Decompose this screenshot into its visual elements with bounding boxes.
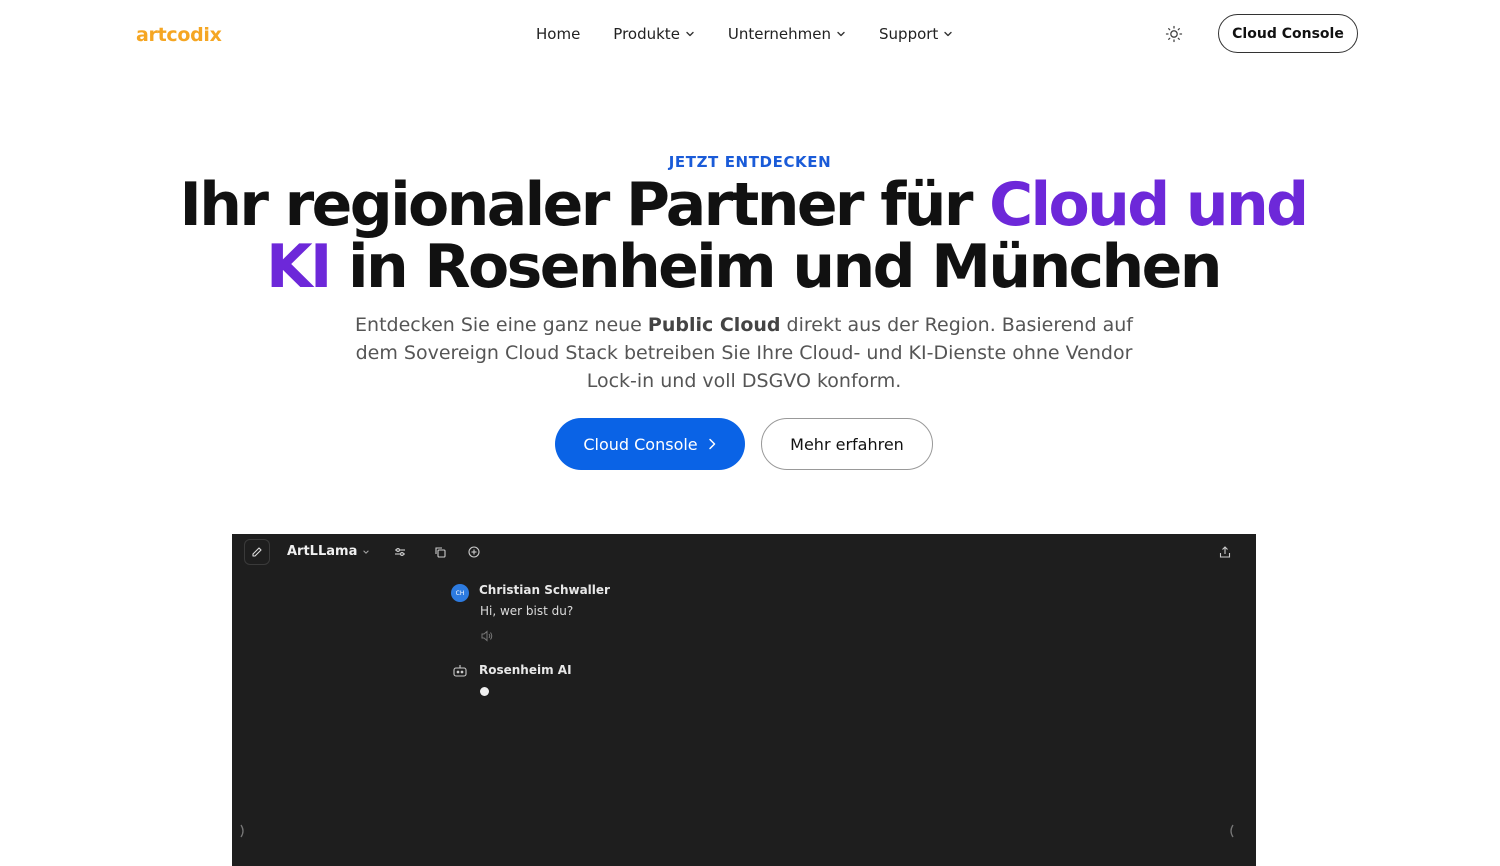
chevron-right-icon — [708, 438, 715, 450]
nav-label: Home — [536, 25, 581, 43]
bot-icon — [453, 665, 467, 677]
plus-circle-icon — [468, 546, 480, 558]
chevron-down-icon — [837, 31, 845, 37]
hero-eyebrow: JETZT ENTDECKEN — [668, 153, 832, 171]
button-label: Cloud Console — [583, 434, 698, 454]
headline-accent: KI — [266, 232, 332, 302]
nav-label: Produkte — [613, 25, 680, 43]
mehr-erfahren-button[interactable]: Mehr erfahren — [761, 418, 933, 470]
nav-item-home[interactable]: Home — [536, 25, 580, 43]
nav-item-unternehmen[interactable]: Unternehmen — [728, 25, 846, 43]
hero-cloud-console-button[interactable]: Cloud Console — [555, 418, 745, 470]
message-text: Hi, wer bist du? — [480, 604, 574, 618]
message-author: Rosenheim AI — [479, 663, 572, 677]
chevron-down-icon — [686, 31, 694, 37]
nav-item-produkte[interactable]: Produkte — [613, 25, 695, 43]
speaker-icon[interactable] — [480, 630, 494, 642]
settings-button[interactable] — [387, 539, 413, 565]
sun-icon[interactable] — [1165, 25, 1183, 43]
main-nav: Home Produkte Unternehmen Support — [536, 25, 986, 43]
share-icon — [1219, 546, 1231, 558]
panel-handle-icon[interactable] — [1228, 824, 1234, 838]
headline-accent: Cloud und — [989, 170, 1309, 240]
edit-icon — [252, 547, 262, 557]
site-header: artcodix Home Produkte Unternehmen Suppo… — [0, 0, 1500, 70]
headline-text: Ihr regionaler Partner für — [179, 170, 990, 240]
add-button[interactable] — [461, 539, 487, 565]
copy-icon — [435, 547, 446, 558]
new-chat-button[interactable] — [244, 539, 270, 565]
typing-indicator — [480, 687, 489, 696]
avatar: CH — [451, 584, 469, 602]
product-screenshot: ArtLLama CH Christian Schwaller Hi, wer … — [232, 534, 1256, 866]
nav-label: Unternehmen — [727, 25, 832, 43]
nav-item-support[interactable]: Support — [879, 25, 953, 43]
share-button[interactable] — [1212, 539, 1238, 565]
chevron-down-icon — [363, 549, 370, 554]
message-author: Christian Schwaller — [479, 583, 610, 597]
chevron-down-icon — [944, 31, 953, 37]
subtitle-bold: Public Cloud — [647, 314, 781, 336]
hero-subtitle: Entdecken Sie eine ganz neue Public Clou… — [340, 311, 1148, 395]
sidebar-handle-icon[interactable] — [240, 824, 246, 838]
cloud-console-button[interactable]: Cloud Console — [1218, 14, 1358, 53]
hero-headline: Ihr regionaler Partner für Cloud und KI i… — [0, 174, 1486, 298]
model-selector[interactable]: ArtLLama — [287, 544, 370, 559]
nav-label: Support — [879, 25, 939, 43]
copy-button[interactable] — [427, 539, 453, 565]
headline-text: in Rosenheim und München — [329, 232, 1222, 302]
sliders-icon — [395, 548, 405, 556]
subtitle-text: Entdecken Sie eine ganz neue — [355, 314, 648, 336]
logo[interactable]: artcodix — [136, 24, 222, 46]
model-name: ArtLLama — [287, 544, 358, 559]
